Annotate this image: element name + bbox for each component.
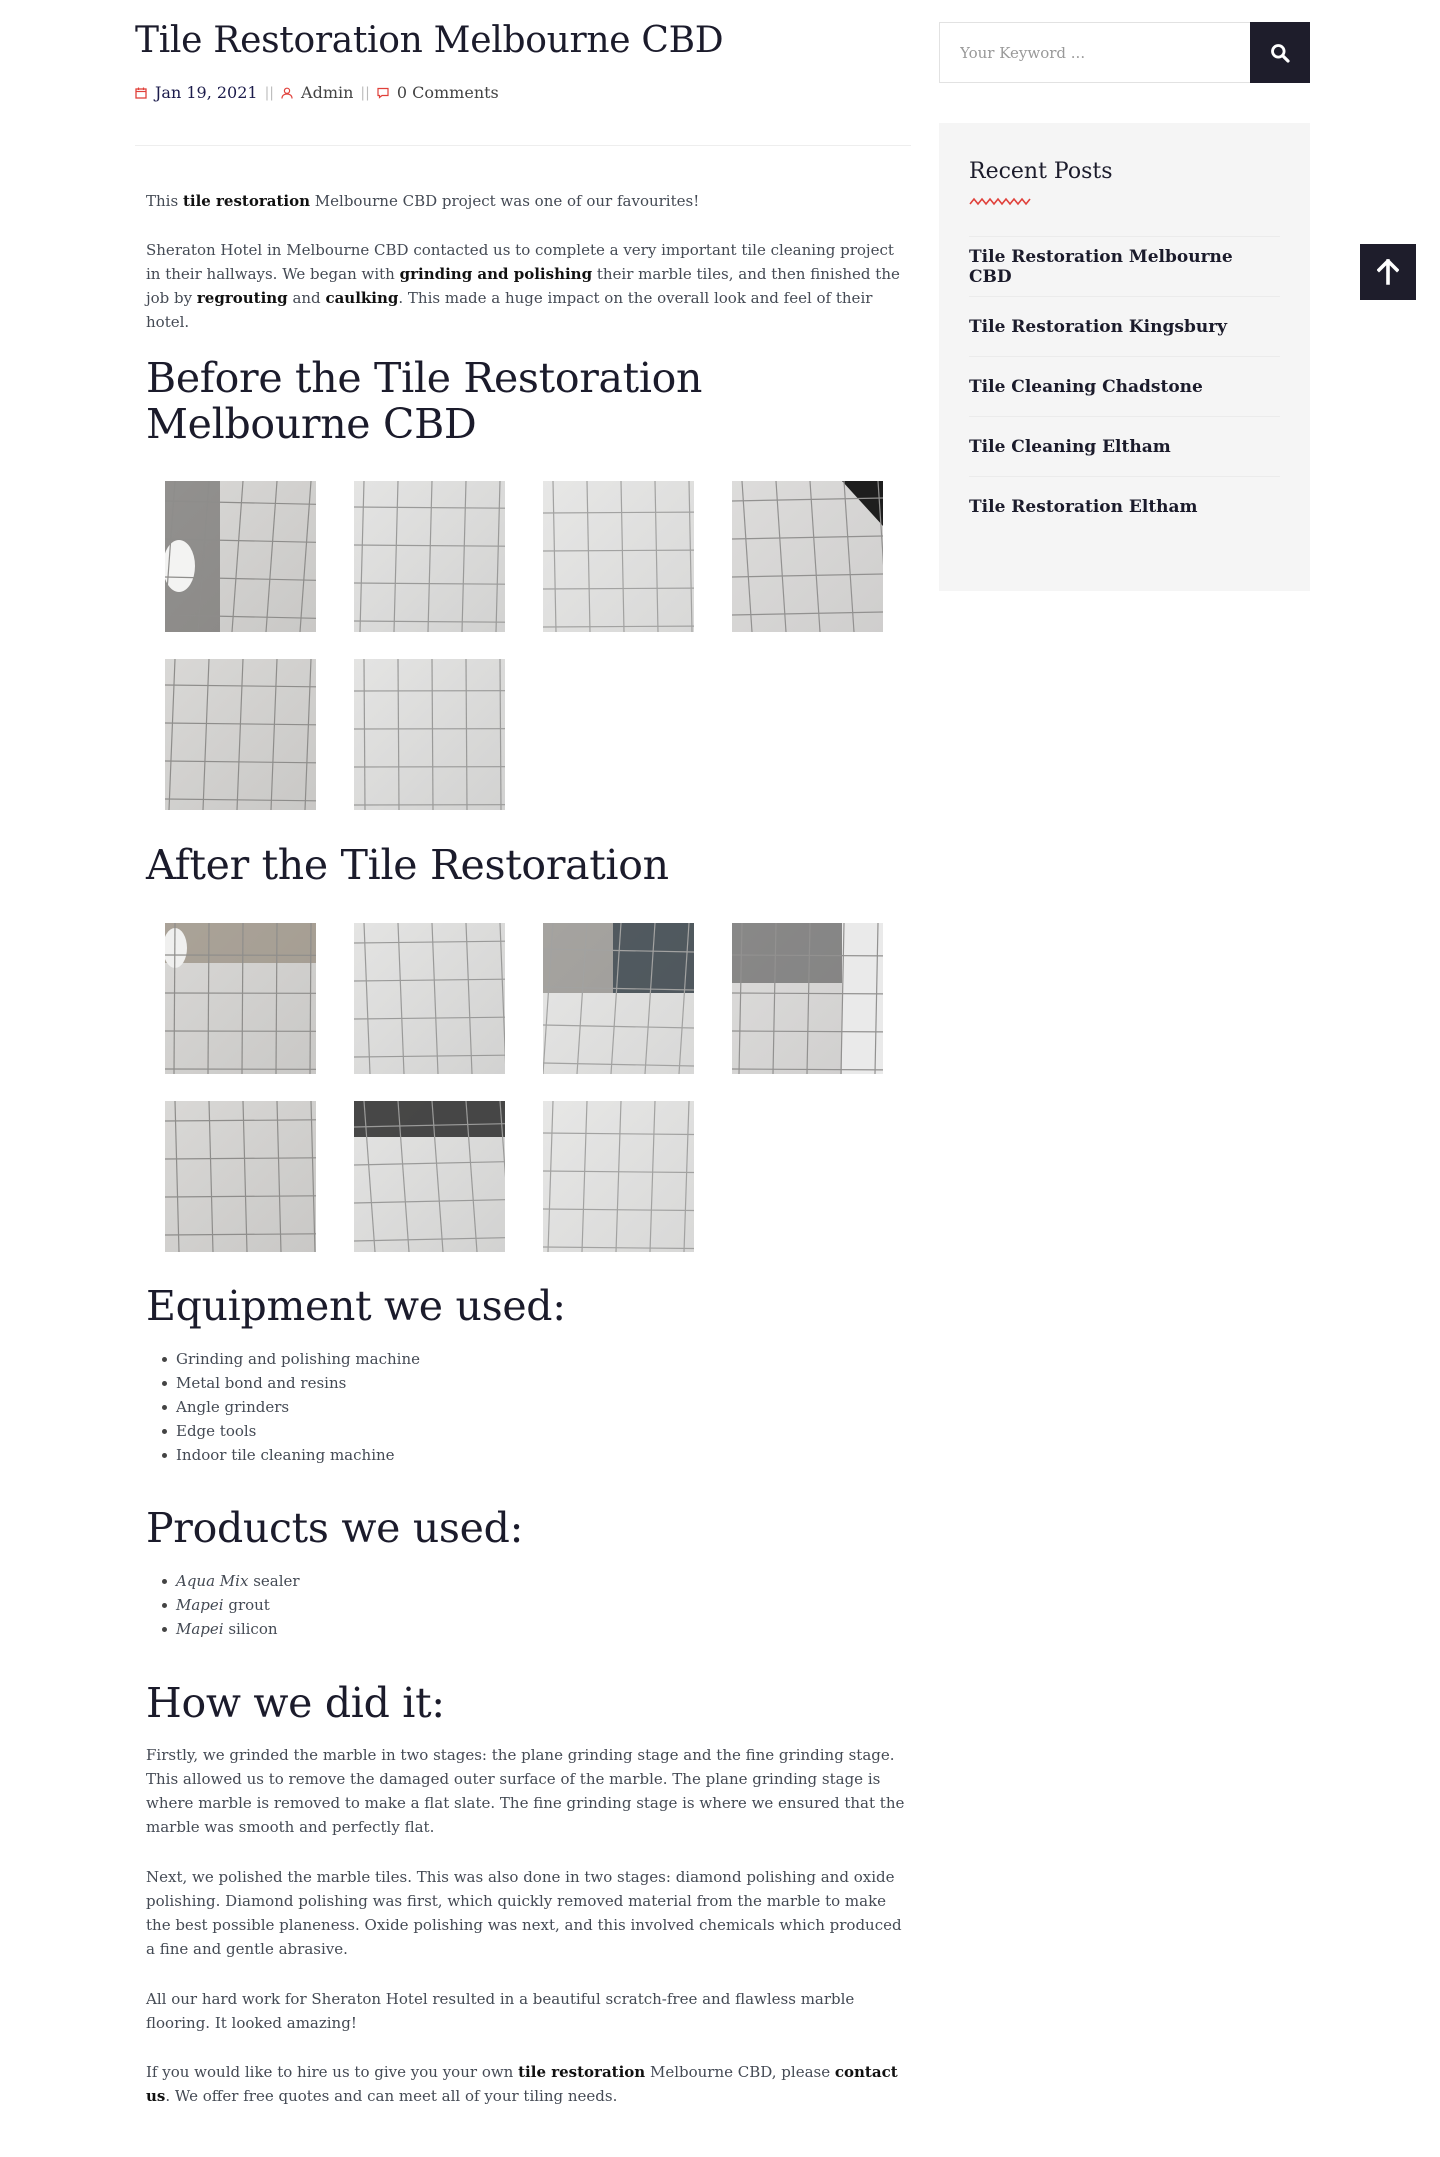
- list-item: Tile Cleaning Chadstone: [969, 356, 1280, 416]
- recent-post-link[interactable]: Tile Cleaning Chadstone: [969, 377, 1203, 397]
- list-item: Tile Restoration Eltham: [969, 476, 1280, 536]
- product-type: silicon: [223, 1620, 278, 1638]
- post-title: Tile Restoration Melbourne CBD: [135, 20, 724, 61]
- list-item: Mapei silicon: [160, 1617, 300, 1641]
- gallery-photo[interactable]: [165, 659, 316, 810]
- calendar-icon: [135, 87, 147, 99]
- before-heading: Before the Tile Restoration Melbourne CB…: [146, 354, 703, 448]
- gallery-photo[interactable]: [354, 1101, 505, 1252]
- how-paragraph: Next, we polished the marble tiles. This…: [146, 1868, 902, 1958]
- products-heading: Products we used:: [146, 1504, 524, 1552]
- gallery-photo[interactable]: [165, 481, 316, 632]
- arrow-up-icon: [1377, 259, 1399, 285]
- intro-paragraph: Sheraton Hotel in Melbourne CBD contacte…: [146, 241, 900, 331]
- how-paragraph: Firstly, we grinded the marble in two st…: [146, 1746, 905, 1836]
- how-paragraph: All our hard work for Sheraton Hotel res…: [146, 1990, 855, 2032]
- recent-posts-list: Tile Restoration Melbourne CBD Tile Rest…: [969, 236, 1280, 536]
- list-item: Indoor tile cleaning machine: [160, 1443, 420, 1467]
- meta-separator: ||: [360, 84, 370, 101]
- product-type: grout: [223, 1596, 270, 1614]
- bold-text: caulking: [325, 289, 399, 307]
- list-item: Aqua Mix sealer: [160, 1569, 300, 1593]
- how-heading: How we did it:: [146, 1679, 445, 1727]
- squiggle-divider: [969, 197, 1031, 206]
- gallery-photo[interactable]: [165, 1101, 316, 1252]
- search-input[interactable]: [940, 23, 1250, 82]
- products-list: Aqua Mix sealer Mapei grout Mapei silico…: [160, 1569, 300, 1641]
- post-author[interactable]: Admin: [301, 83, 353, 102]
- product-brand: Mapei: [176, 1596, 224, 1614]
- search-form: [939, 22, 1310, 83]
- post-comments[interactable]: 0 Comments: [397, 83, 499, 102]
- post-meta: Jan 19, 2021 || Admin || 0 Comments: [135, 83, 499, 102]
- recent-post-link[interactable]: Tile Cleaning Eltham: [969, 437, 1171, 457]
- after-heading: After the Tile Restoration: [146, 841, 669, 889]
- bold-text: grinding and polishing: [399, 265, 593, 283]
- recent-post-link[interactable]: Tile Restoration Eltham: [969, 497, 1198, 517]
- gallery-photo[interactable]: [354, 923, 505, 1074]
- widget-title: Recent Posts: [969, 159, 1113, 184]
- list-item: Angle grinders: [160, 1395, 420, 1419]
- recent-post-link[interactable]: Tile Restoration Melbourne CBD: [969, 247, 1280, 287]
- cta-paragraph: If you would like to hire us to give you…: [146, 2063, 898, 2105]
- recent-post-link[interactable]: Tile Restoration Kingsbury: [969, 317, 1227, 337]
- list-item: Tile Restoration Melbourne CBD: [969, 236, 1280, 296]
- comment-icon: [377, 87, 389, 99]
- gallery-photo[interactable]: [732, 481, 883, 632]
- gallery-photo[interactable]: [354, 481, 505, 632]
- list-item: Tile Restoration Kingsbury: [969, 296, 1280, 356]
- product-brand: Aqua Mix: [176, 1572, 249, 1590]
- bold-text: tile restoration: [518, 2063, 646, 2081]
- search-button[interactable]: [1250, 22, 1310, 83]
- list-item: Metal bond and resins: [160, 1371, 420, 1395]
- product-brand: Mapei: [176, 1620, 224, 1638]
- list-item: Mapei grout: [160, 1593, 300, 1617]
- gallery-photo[interactable]: [543, 481, 694, 632]
- bold-text: regrouting: [196, 289, 288, 307]
- list-item: Edge tools: [160, 1419, 420, 1443]
- gallery-photo[interactable]: [165, 923, 316, 1074]
- equipment-heading: Equipment we used:: [146, 1282, 566, 1330]
- bold-text: tile restoration: [182, 192, 311, 210]
- divider: [135, 145, 911, 146]
- scroll-to-top-button[interactable]: [1360, 244, 1416, 300]
- search-icon: [1271, 43, 1290, 63]
- list-item: Tile Cleaning Eltham: [969, 416, 1280, 476]
- gallery-photo[interactable]: [732, 923, 883, 1074]
- user-icon: [281, 87, 293, 99]
- gallery-photo[interactable]: [543, 923, 694, 1074]
- product-type: sealer: [248, 1572, 300, 1590]
- recent-posts-widget: Recent Posts Tile Restoration Melbourne …: [939, 123, 1310, 591]
- gallery-photo[interactable]: [354, 659, 505, 810]
- meta-separator: ||: [264, 84, 275, 101]
- list-item: Grinding and polishing machine: [160, 1347, 420, 1371]
- equipment-list: Grinding and polishing machine Metal bon…: [160, 1347, 420, 1467]
- intro-paragraph: This tile restoration Melbourne CBD proj…: [146, 192, 700, 210]
- gallery-photo[interactable]: [543, 1101, 694, 1252]
- post-date[interactable]: Jan 19, 2021: [155, 83, 258, 102]
